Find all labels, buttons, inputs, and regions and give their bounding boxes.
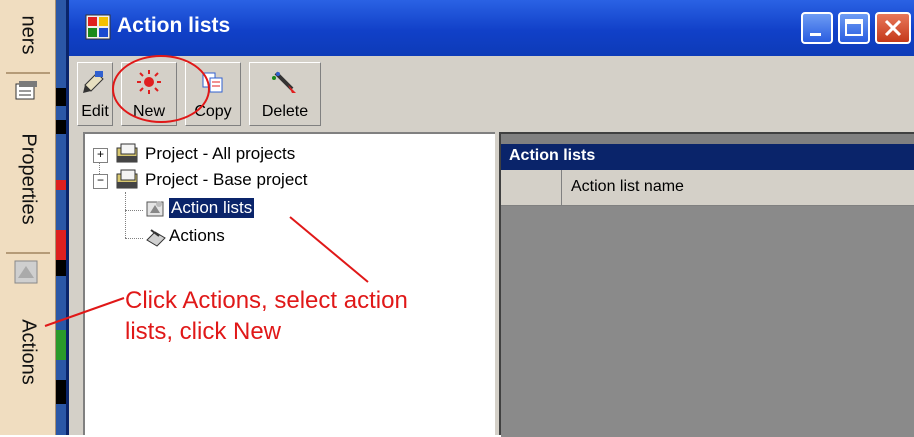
annotation-line-1: Click Actions, select action [125, 287, 408, 314]
annotation-text: Click Actions, select action lists, clic… [125, 285, 408, 347]
annotation-pointer-actions-tab [44, 297, 125, 327]
annotation-pointer-action-lists [289, 216, 369, 283]
annotation-lines [44, 216, 369, 327]
annotation-line-2: lists, click New [125, 318, 282, 345]
